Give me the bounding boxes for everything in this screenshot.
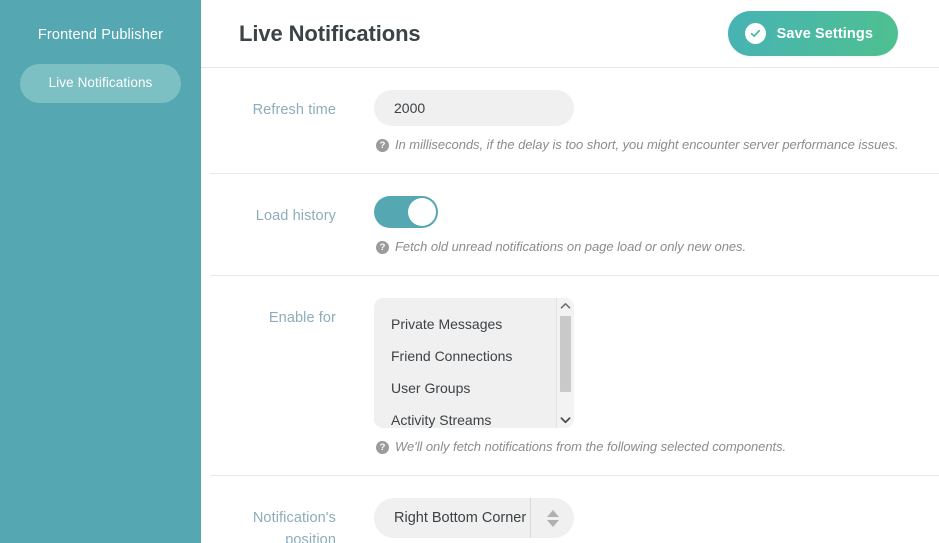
toggle-knob — [408, 198, 436, 226]
list-item[interactable]: Friend Connections — [391, 348, 574, 364]
question-mark-icon: ? — [376, 139, 389, 152]
page-header: Live Notifications Save Settings — [201, 0, 939, 68]
load-history-hint: ? Fetch old unread notifications on page… — [374, 238, 939, 256]
notification-position-value: Right Bottom Corner — [394, 510, 527, 526]
enable-for-hint-text: We'll only fetch notifications from the … — [395, 439, 787, 454]
refresh-time-control: ? In milliseconds, if the delay is too s… — [336, 90, 939, 154]
app-window: Frontend Publisher Live Notifications Li… — [0, 0, 939, 543]
save-settings-label: Save Settings — [776, 25, 873, 42]
row-notification-position: Notification's position Right Bottom Cor… — [210, 476, 939, 543]
load-history-hint-text: Fetch old unread notifications on page l… — [395, 239, 747, 254]
listbox-scrollbar[interactable] — [556, 298, 574, 428]
row-load-history: Load history ? Fetch old unread notifica… — [210, 174, 939, 276]
page-title: Live Notifications — [239, 20, 421, 46]
notification-position-label: Notification's position — [252, 510, 336, 543]
settings-form: Refresh time ? In milliseconds, if the d… — [201, 68, 939, 543]
refresh-time-hint: ? In milliseconds, if the delay is too s… — [374, 136, 939, 154]
triangle-down-icon — [546, 519, 559, 527]
load-history-control: ? Fetch old unread notifications on page… — [336, 196, 939, 256]
save-settings-button[interactable]: Save Settings — [727, 11, 898, 56]
load-history-label: Load history — [255, 208, 336, 224]
main-content: Live Notifications Save Settings Refresh… — [201, 0, 939, 543]
enable-for-listbox[interactable]: Private Messages Friend Connections User… — [374, 298, 574, 428]
check-circle-icon — [744, 23, 766, 44]
enable-for-label: Enable for — [268, 310, 336, 326]
list-item[interactable]: User Groups — [391, 380, 574, 396]
chevron-down-icon[interactable] — [557, 412, 574, 428]
triangle-up-icon — [546, 509, 559, 517]
notification-position-control: Right Bottom Corner ? The notifications … — [336, 498, 939, 543]
question-mark-icon: ? — [376, 441, 389, 454]
refresh-time-input[interactable] — [374, 90, 574, 126]
row-refresh-time: Refresh time ? In milliseconds, if the d… — [210, 68, 939, 174]
refresh-time-hint-text: In milliseconds, if the delay is too sho… — [395, 137, 899, 152]
sidebar-item-live-notifications[interactable]: Live Notifications — [20, 64, 181, 103]
brand-title: Frontend Publisher — [37, 27, 164, 43]
enable-for-control: Private Messages Friend Connections User… — [336, 298, 939, 456]
list-item[interactable]: Private Messages — [391, 316, 574, 332]
updown-arrows-icon[interactable] — [531, 509, 574, 527]
sidebar: Frontend Publisher Live Notifications — [0, 0, 201, 543]
list-item[interactable]: Activity Streams — [391, 412, 574, 428]
question-mark-icon: ? — [376, 241, 389, 254]
enable-for-options: Private Messages Friend Connections User… — [374, 298, 574, 428]
load-history-toggle[interactable] — [374, 196, 438, 228]
sidebar-item-label: Live Notifications — [48, 75, 153, 90]
enable-for-hint: ? We'll only fetch notifications from th… — [374, 438, 939, 456]
sidebar-nav: Live Notifications — [0, 64, 201, 103]
chevron-up-icon[interactable] — [557, 298, 574, 314]
row-enable-for: Enable for Private Messages Friend Conne… — [210, 276, 939, 476]
refresh-time-label: Refresh time — [252, 102, 336, 118]
notification-position-select[interactable]: Right Bottom Corner — [374, 498, 574, 538]
scrollbar-thumb[interactable] — [560, 316, 571, 392]
